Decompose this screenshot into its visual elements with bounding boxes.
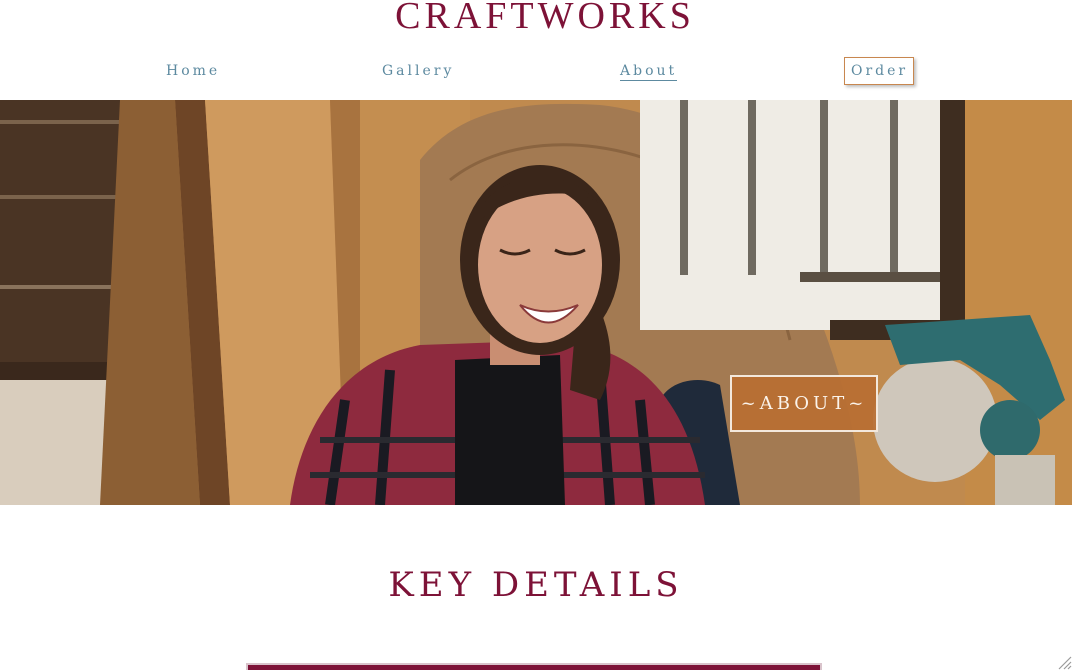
key-details-panel: [246, 663, 822, 670]
nav-order-button[interactable]: Order: [844, 57, 915, 85]
resize-grip-icon[interactable]: [1056, 654, 1072, 670]
about-badge[interactable]: ~ABOUT~: [730, 375, 878, 432]
nav-about-label: About: [620, 63, 678, 81]
nav-gallery-link[interactable]: Gallery: [382, 56, 454, 86]
main-nav: Home Gallery About Order: [0, 56, 1072, 88]
page: CRAFTWORKS Home Gallery About Order ~ABO…: [0, 0, 1072, 670]
hero-image: ~ABOUT~: [0, 100, 1072, 505]
hero-photo: [0, 100, 1072, 505]
nav-home-link[interactable]: Home: [166, 56, 220, 86]
section-heading: KEY DETAILS: [388, 565, 684, 605]
site-title[interactable]: CRAFTWORKS: [0, 0, 1072, 38]
nav-about-link[interactable]: About: [620, 56, 678, 86]
